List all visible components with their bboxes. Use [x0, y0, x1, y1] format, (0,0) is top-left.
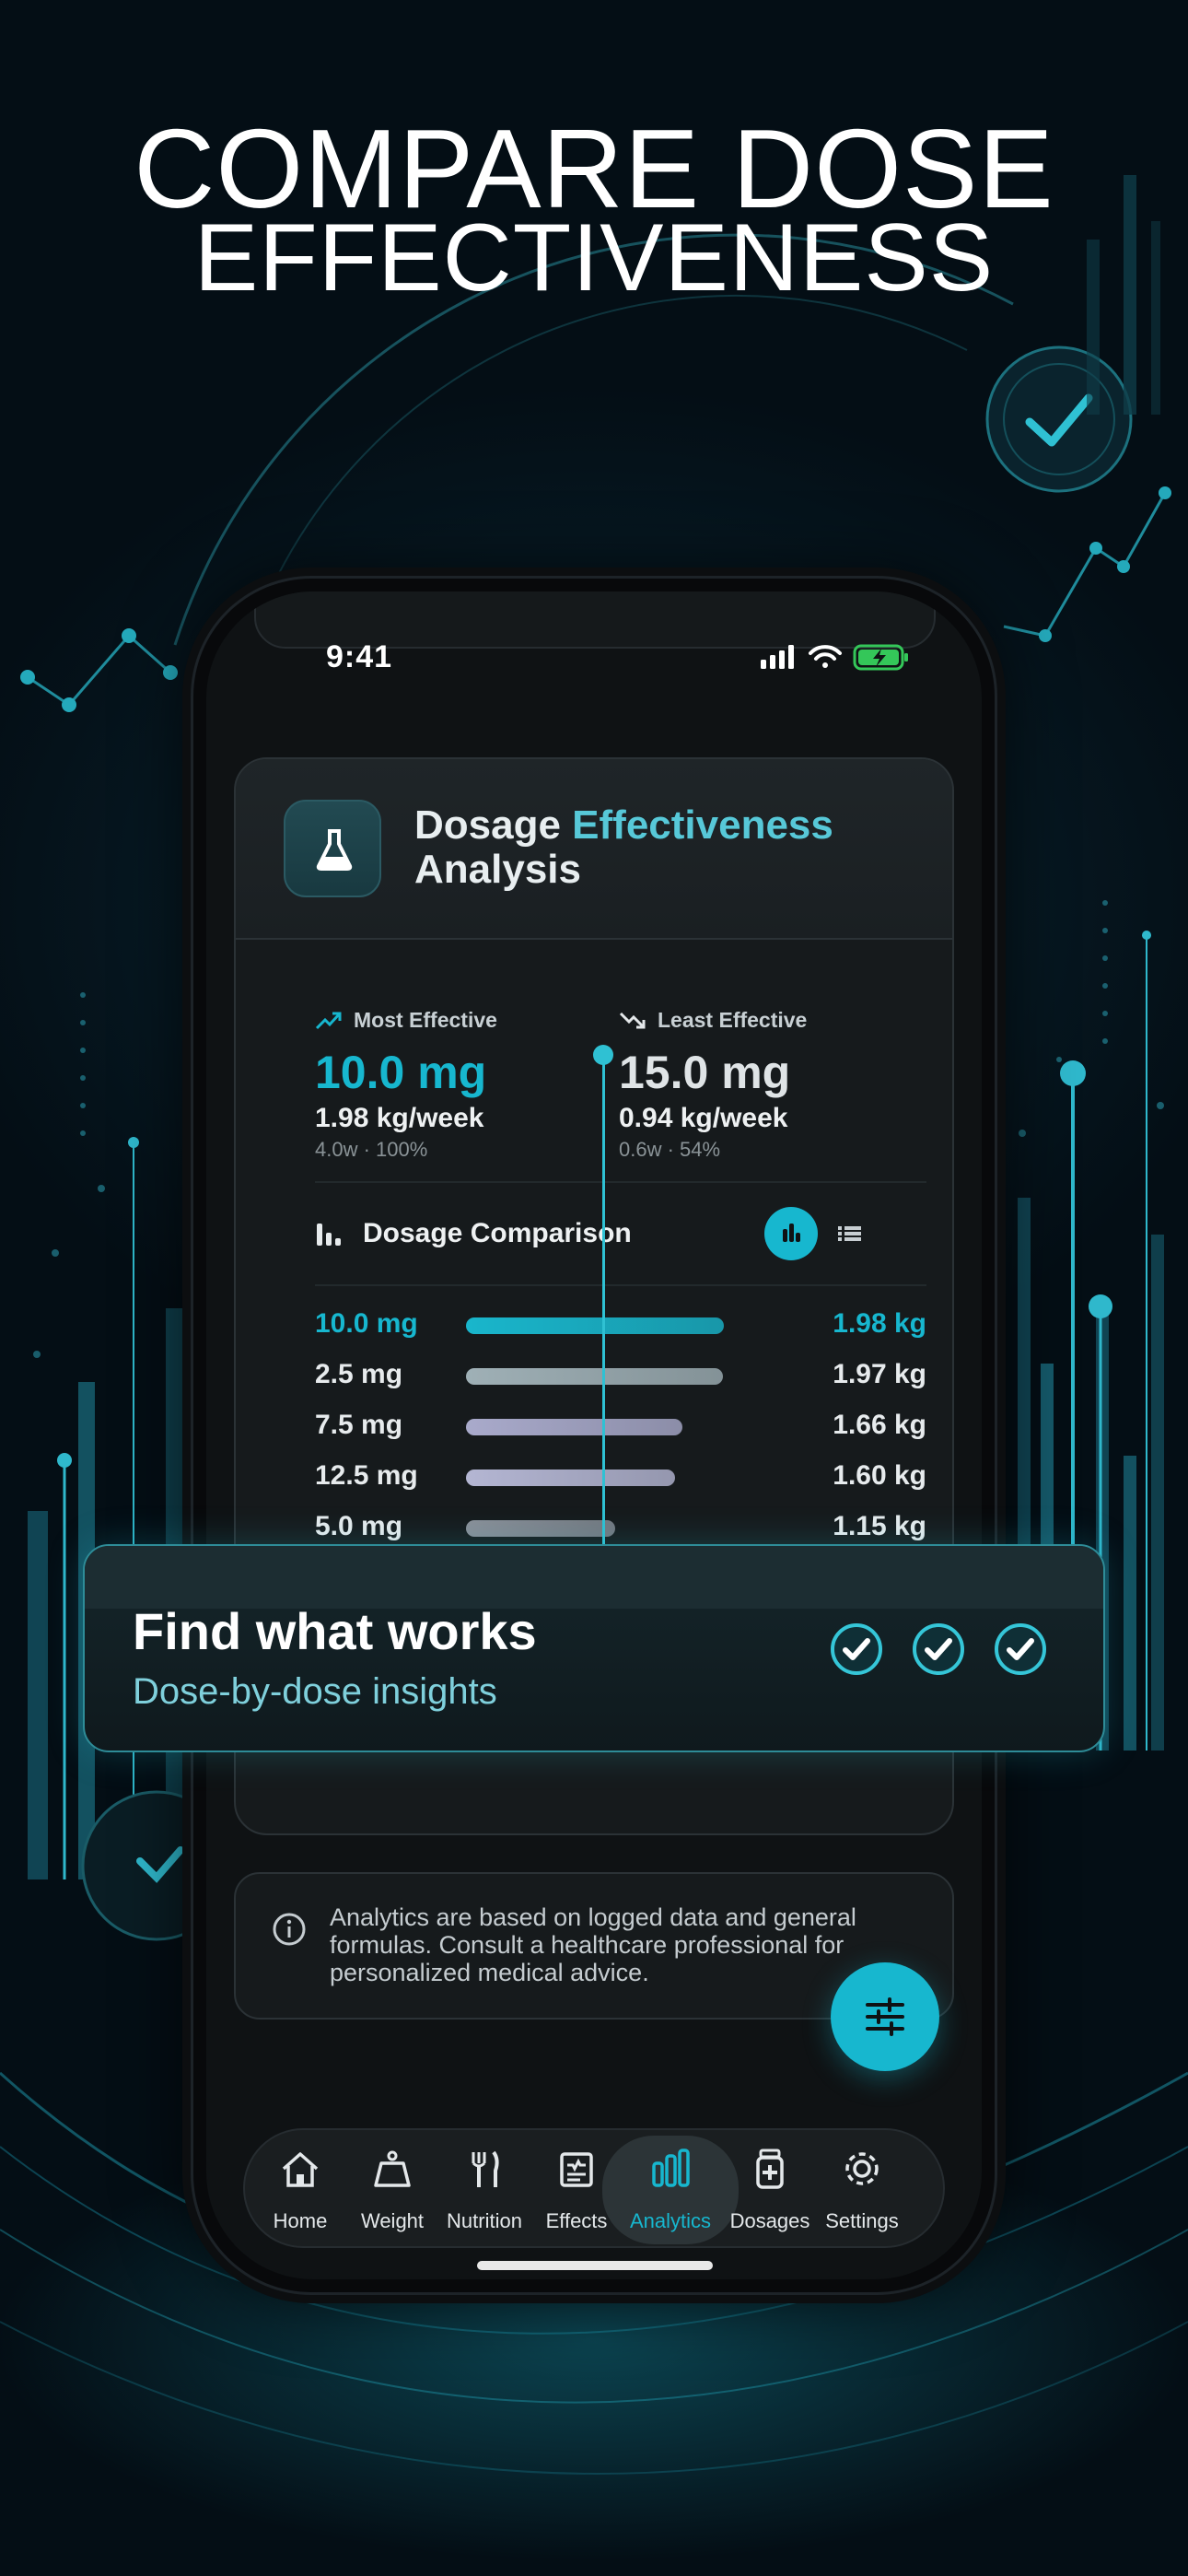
list-view-icon — [838, 1226, 861, 1241]
utensils-icon — [472, 2150, 499, 2187]
card-title-accent: Effectiveness — [572, 802, 833, 848]
signal-icon — [761, 645, 794, 669]
dosage-label: 10.0 mg — [315, 1308, 418, 1339]
dosage-bar-track — [466, 1419, 724, 1435]
status-icons — [759, 641, 915, 677]
chart-view-icon — [783, 1224, 800, 1242]
flask-icon — [284, 800, 381, 897]
dosage-label: 7.5 mg — [315, 1410, 403, 1440]
disclaimer-text: Analytics are based on logged data and g… — [330, 1903, 856, 1986]
card-title: Dosage Effectiveness Analysis — [414, 803, 930, 892]
dosage-label: 12.5 mg — [315, 1460, 418, 1491]
divider — [315, 1181, 926, 1183]
most-effective-stat: Most Effective 10.0 mg 1.98 kg/week 4.0w… — [315, 1008, 610, 1162]
dosage-row: 5.0 mg 1.15 kg — [315, 1511, 926, 1548]
marketing-screenshot: COMPARE DOSE EFFECTIVENESS 9:41 Dosage E… — [0, 0, 1188, 2576]
tab-weight[interactable]: Weight — [346, 2136, 438, 2244]
dosage-bar-track — [466, 1520, 724, 1537]
dosage-bar — [466, 1317, 724, 1334]
scroll-indicator-line — [602, 1054, 605, 1607]
dosage-bar — [466, 1469, 675, 1486]
card-header: Dosage Effectiveness Analysis — [236, 759, 952, 940]
phone-frame: 9:41 Dosage Effectiveness Analysis Most … — [193, 579, 995, 2292]
dosage-bar — [466, 1368, 723, 1385]
card-title-part2: Analysis — [414, 847, 581, 892]
gear-icon — [845, 2152, 879, 2185]
tab-label: Settings — [825, 2209, 899, 2232]
dosage-row: 7.5 mg 1.66 kg — [315, 1410, 926, 1446]
dosage-row: 10.0 mg 1.98 kg — [315, 1308, 926, 1345]
most-effective-meta: 4.0w · 100% — [315, 1138, 428, 1161]
home-indicator — [477, 2261, 713, 2270]
clipboard-icon — [560, 2152, 593, 2187]
most-effective-rate: 1.98 kg/week — [315, 1103, 484, 1133]
trending-down-icon — [619, 1012, 646, 1029]
least-effective-dose: 15.0 mg — [619, 1047, 791, 1098]
dosage-row: 2.5 mg 1.97 kg — [315, 1359, 926, 1396]
dosage-comparison-title: Dosage Comparison — [363, 1218, 632, 1248]
check-circle-icon — [995, 1623, 1046, 1675]
divider — [315, 1284, 926, 1286]
sliders-icon — [866, 1997, 904, 2036]
scroll-indicator-dot — [593, 1045, 613, 1065]
status-time: 9:41 — [326, 639, 393, 674]
bar-chart-icon — [317, 1224, 341, 1246]
card-title-part1: Dosage — [414, 802, 573, 848]
phone-screen: 9:41 Dosage Effectiveness Analysis Most … — [206, 591, 982, 2279]
filter-settings-button[interactable] — [831, 1962, 939, 2071]
list-view-toggle[interactable] — [836, 1220, 864, 1252]
dosage-value: 1.60 kg — [833, 1460, 926, 1491]
dosage-value: 1.66 kg — [833, 1410, 926, 1440]
dosage-value: 1.97 kg — [833, 1359, 926, 1389]
banner-title: Find what works — [133, 1602, 537, 1660]
bar-chart-icon — [652, 2149, 690, 2187]
scale-icon — [374, 2150, 411, 2187]
dosage-bar-track — [466, 1368, 724, 1385]
least-effective-meta: 0.6w · 54% — [619, 1138, 721, 1161]
banner-top-band — [85, 1546, 1103, 1609]
wifi-icon — [809, 645, 842, 668]
least-effective-stat: Least Effective 15.0 mg 0.94 kg/week 0.6… — [619, 1008, 914, 1162]
dosage-row: 12.5 mg 1.60 kg — [315, 1460, 926, 1497]
trending-up-icon — [315, 1012, 342, 1030]
medicine-bottle-icon — [756, 2149, 784, 2189]
dosage-bar — [466, 1520, 615, 1537]
info-icon — [273, 1913, 306, 1946]
most-effective-label: Most Effective — [354, 1008, 497, 1032]
home-icon — [282, 2152, 319, 2187]
dosage-label: 2.5 mg — [315, 1359, 403, 1389]
tab-settings[interactable]: Settings — [816, 2136, 908, 2244]
least-effective-label: Least Effective — [658, 1008, 808, 1032]
tab-dosages[interactable]: Dosages — [724, 2136, 816, 2244]
feature-banner: Find what works Dose-by-dose insights — [83, 1544, 1105, 1752]
dosage-label: 5.0 mg — [315, 1511, 403, 1541]
tab-nutrition[interactable]: Nutrition — [438, 2136, 530, 2244]
tab-home[interactable]: Home — [254, 2136, 346, 2244]
check-circle-icon — [831, 1623, 882, 1675]
least-effective-rate: 0.94 kg/week — [619, 1103, 788, 1133]
dosage-bar — [466, 1419, 682, 1435]
dosage-bar-track — [466, 1317, 724, 1334]
dosage-bar-track — [466, 1469, 724, 1486]
banner-subtitle: Dose-by-dose insights — [133, 1671, 497, 1712]
dosage-value: 1.98 kg — [833, 1308, 926, 1339]
check-circle-icon — [913, 1623, 964, 1675]
headline-line-2: EFFECTIVENESS — [193, 205, 995, 311]
dosage-value: 1.15 kg — [833, 1511, 926, 1541]
chart-view-toggle[interactable] — [764, 1207, 818, 1260]
tab-bar: Home Weight Nutrition Effects Analytics Dosag… — [243, 2128, 945, 2248]
most-effective-dose: 10.0 mg — [315, 1047, 487, 1098]
battery-charging-icon — [853, 644, 908, 671]
